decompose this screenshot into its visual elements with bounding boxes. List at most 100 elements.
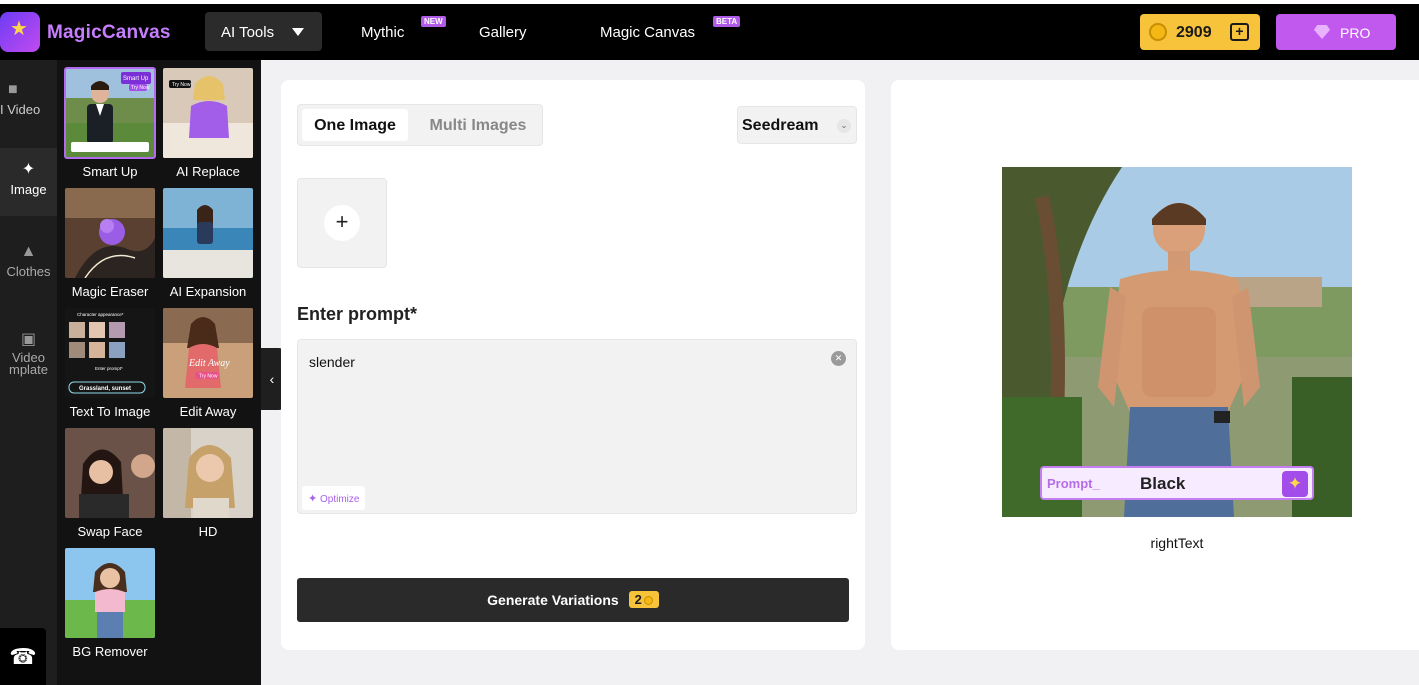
rail-label: Image <box>10 182 47 197</box>
app-logo[interactable]: ★ <box>0 12 40 52</box>
nav-label: Magic Canvas <box>600 24 696 41</box>
sparkle-icon: ✦ <box>1282 471 1308 497</box>
tool-label: Smart Up <box>82 164 138 179</box>
tool-hd[interactable]: HD <box>163 428 253 539</box>
rail-item-video[interactable]: ■ I Video <box>0 80 57 140</box>
generate-variations-button[interactable]: Generate Variations 2 <box>297 578 849 622</box>
pro-button[interactable]: PRO <box>1276 14 1396 50</box>
sparkle-icon: ✦ <box>308 493 318 505</box>
nav-label: Mythic <box>361 24 405 41</box>
thumb-text: Enter prompt* <box>95 366 123 371</box>
thumb-text: Grassland, sunset <box>79 386 131 392</box>
thumb-text: Smart Up <box>123 76 149 82</box>
coin-icon <box>643 596 653 606</box>
rail-label: I Video <box>0 102 41 117</box>
tool-thumbnail <box>65 548 155 638</box>
preview-caption: rightText <box>1150 535 1204 551</box>
pro-label: PRO <box>1340 25 1371 41</box>
tool-label: Edit Away <box>179 404 237 419</box>
nav-label: Gallery <box>479 24 527 41</box>
beta-badge: BETA <box>713 16 741 27</box>
tool-label: AI Replace <box>176 164 240 179</box>
tool-swap-face[interactable]: Swap Face <box>65 428 155 539</box>
thumb-text: Try Now <box>172 82 191 88</box>
prompt-title: Enter prompt* <box>297 304 418 324</box>
dress-icon: ▲ <box>20 243 37 260</box>
prompt-overlay: Prompt_ Black ✦ <box>1040 466 1314 500</box>
support-phone-icon[interactable]: ☎ <box>0 628 46 685</box>
coin-balance[interactable]: 2909 + <box>1140 14 1260 50</box>
thumb-text: Character appearance* <box>77 312 124 317</box>
ai-tools-label: AI Tools <box>221 24 275 41</box>
upload-image-button[interactable]: + <box>297 178 387 268</box>
tool-text-to-image[interactable]: Character appearance* Enter prompt* Gras… <box>65 308 155 419</box>
clear-icon[interactable]: ✕ <box>831 351 846 366</box>
coin-icon <box>1149 23 1167 41</box>
cost-value: 2 <box>634 592 642 607</box>
template-icon: ▣ <box>20 331 37 348</box>
tool-thumbnail <box>163 188 253 278</box>
coin-count: 2909 <box>1176 24 1212 41</box>
ai-tools-dropdown[interactable]: AI Tools <box>205 12 322 51</box>
tool-thumbnail: Character appearance* Enter prompt* Gras… <box>65 308 155 398</box>
tool-label: HD <box>198 524 218 539</box>
prompt-value: slender <box>309 354 355 370</box>
rail-item-video-template[interactable]: ▣ Video mplate <box>0 328 57 388</box>
rail-item-image[interactable]: ✦ Image <box>0 148 57 216</box>
sparkle-icon: ✦ <box>21 161 36 178</box>
caret-down-icon <box>292 28 304 36</box>
thumb-text: Edit Away <box>188 358 230 369</box>
brand-name[interactable]: MagicCanvas <box>47 22 171 44</box>
tool-thumbnail <box>163 428 253 518</box>
chevron-left-icon: ‹ <box>269 371 275 387</box>
mode-tabs: One Image Multi Images <box>297 104 543 146</box>
tool-ai-expansion[interactable]: AI Expansion <box>163 188 253 299</box>
video-icon: ■ <box>8 81 18 98</box>
add-coins-icon[interactable]: + <box>1230 23 1249 41</box>
tool-smart-up[interactable]: Smart Up Try Now Smart Up <box>64 67 156 179</box>
top-bar: ★ MagicCanvas AI Tools Mythic NEW Galler… <box>0 0 1419 60</box>
tool-ai-replace[interactable]: Try Now AI Replace <box>163 68 253 179</box>
tool-thumbnail <box>65 188 155 278</box>
tool-edit-away[interactable]: Edit Away Try Now Edit Away <box>163 308 253 419</box>
thumb-text: Try Now <box>131 85 150 91</box>
prompt-overlay-word: Black <box>1140 474 1186 493</box>
preview-image: Prompt_ Black ✦ <box>1002 167 1352 517</box>
optimize-button[interactable]: ✦ Optimize <box>302 486 366 510</box>
rail-label: Clothes <box>6 264 51 279</box>
tool-bg-remover[interactable]: BG Remover <box>65 548 155 659</box>
nav-mythic[interactable]: Mythic <box>361 24 404 41</box>
star-icon: ★ <box>10 18 28 40</box>
tool-label: Swap Face <box>77 524 143 539</box>
new-badge: NEW <box>421 16 446 27</box>
prompt-overlay-label: Prompt_ <box>1047 476 1100 491</box>
gem-icon <box>1314 25 1330 39</box>
tools-panel: Smart Up Try Now Smart Up Try Now AI Rep… <box>57 60 261 685</box>
rail-item-clothes[interactable]: ▲ Clothes <box>0 240 57 300</box>
collapse-panel-button[interactable]: ‹ <box>261 348 283 410</box>
tool-label: Text To Image <box>69 404 151 419</box>
tool-thumbnail: Edit Away Try Now <box>163 308 253 398</box>
nav-gallery[interactable]: Gallery <box>479 24 527 41</box>
tool-label: AI Expansion <box>169 284 247 299</box>
cost-badge: 2 <box>628 591 659 608</box>
tool-label: BG Remover <box>72 644 148 659</box>
tool-thumbnail: Smart Up Try Now <box>64 67 156 159</box>
chevron-down-icon: ⌄ <box>837 119 851 133</box>
optimize-label: Optimize <box>320 494 360 505</box>
tool-thumbnail <box>65 428 155 518</box>
preview-panel: Prompt_ Black ✦ rightText <box>891 80 1419 650</box>
category-rail: ■ I Video ✦ Image ▲ Clothes ▣ Video mpla… <box>0 60 57 685</box>
editor-panel: One Image Multi Images Seedream ⌄ + Ente… <box>281 80 865 650</box>
nav-magic-canvas[interactable]: Magic Canvas <box>600 24 695 41</box>
generate-label: Generate Variations <box>487 592 619 608</box>
tab-one-image[interactable]: One Image <box>302 109 408 141</box>
prompt-textarea[interactable]: slender ✕ ✦ Optimize <box>297 339 857 514</box>
tool-label: Magic Eraser <box>71 284 149 299</box>
tool-magic-eraser[interactable]: Magic Eraser <box>65 188 155 299</box>
model-select[interactable]: Seedream ⌄ <box>737 106 857 144</box>
tab-multi-images[interactable]: Multi Images <box>416 109 540 141</box>
rail-label-2: mplate <box>8 362 49 377</box>
plus-icon: + <box>324 205 360 241</box>
model-value: Seedream <box>742 117 819 134</box>
